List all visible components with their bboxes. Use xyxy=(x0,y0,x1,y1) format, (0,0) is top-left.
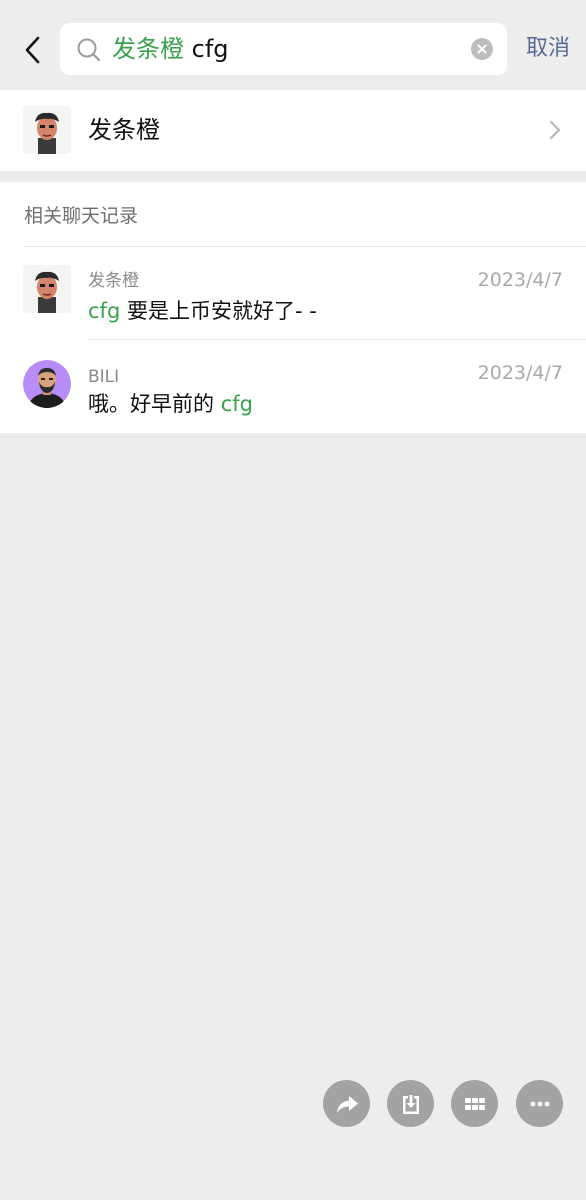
message-highlight: cfg xyxy=(88,299,121,323)
avatar xyxy=(23,265,71,313)
record-sender: 发条橙 xyxy=(88,271,139,291)
chat-record-item[interactable]: BILI 2023/4/7 哦。好早前的 cfg xyxy=(0,340,586,433)
more-icon xyxy=(530,1101,549,1106)
message-text: 要是上币安就好了- - xyxy=(120,299,317,323)
grid-button[interactable] xyxy=(451,1080,498,1127)
record-date: 2023/4/7 xyxy=(477,362,563,384)
chevron-left-icon xyxy=(25,36,40,64)
search-input[interactable]: 发条橙 cfg xyxy=(60,23,507,75)
message-text: 哦。好早前的 xyxy=(88,392,221,416)
share-icon xyxy=(336,1095,358,1113)
avatar xyxy=(23,106,71,154)
chevron-right-icon xyxy=(549,120,561,140)
section-title: 相关聊天记录 xyxy=(24,205,139,227)
record-message: 哦。好早前的 cfg xyxy=(88,390,253,418)
save-button[interactable] xyxy=(387,1080,434,1127)
save-icon xyxy=(402,1094,419,1114)
grid-icon xyxy=(464,1097,485,1110)
contact-result-row[interactable]: 发条橙 xyxy=(0,90,586,171)
related-chat-records: 相关聊天记录 发条橙 2023/4/7 cfg 要是上币安就好了- - BILI… xyxy=(0,182,586,433)
search-query-rest: cfg xyxy=(184,35,229,63)
search-query-highlight: 发条橙 xyxy=(112,35,184,63)
search-header: 发条橙 cfg 取消 xyxy=(0,0,586,96)
avatar xyxy=(23,360,71,408)
back-button[interactable] xyxy=(18,30,54,70)
more-button[interactable] xyxy=(516,1080,563,1127)
contact-name: 发条橙 xyxy=(88,116,160,144)
share-button[interactable] xyxy=(323,1080,370,1127)
record-message: cfg 要是上币安就好了- - xyxy=(88,297,317,325)
cancel-button[interactable]: 取消 xyxy=(526,34,570,64)
search-query: 发条橙 cfg xyxy=(112,35,229,63)
record-sender: BILI xyxy=(88,367,120,387)
message-highlight: cfg xyxy=(220,392,253,416)
chat-record-item[interactable]: 发条橙 2023/4/7 cfg 要是上币安就好了- - xyxy=(0,247,586,339)
search-icon xyxy=(77,38,101,62)
clear-icon[interactable] xyxy=(471,38,493,60)
record-date: 2023/4/7 xyxy=(477,269,563,291)
